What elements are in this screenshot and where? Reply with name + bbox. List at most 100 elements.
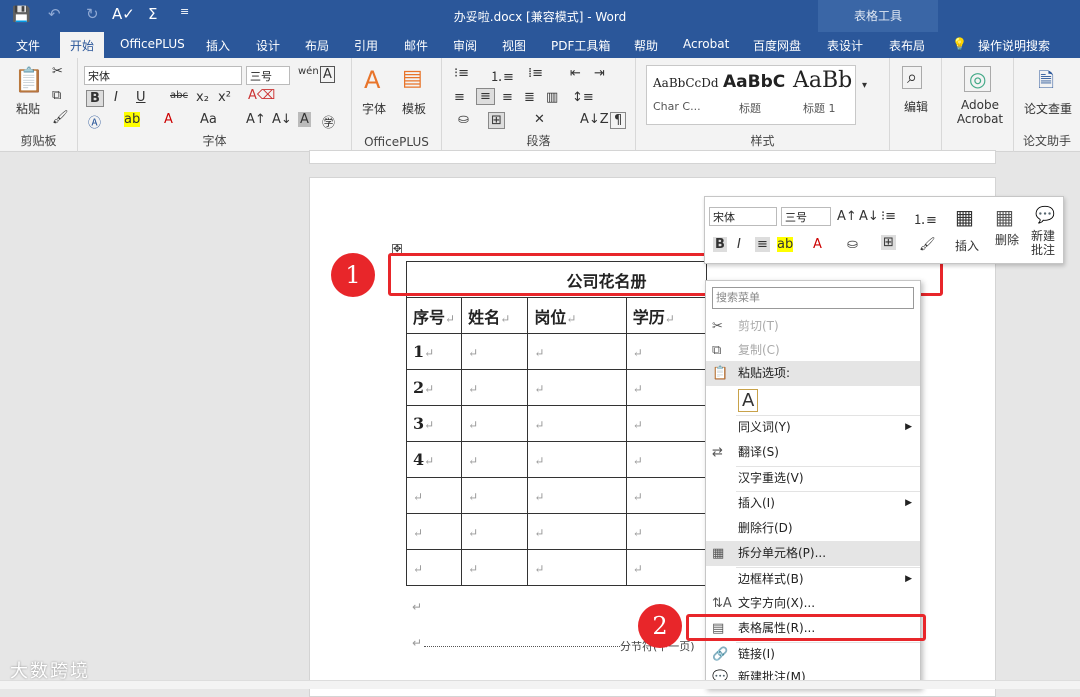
subscript-icon[interactable]: x₂ (196, 90, 209, 105)
text-effects-icon[interactable]: Ⓐ (88, 112, 101, 131)
style-name-3[interactable]: 标题 1 (803, 100, 836, 116)
mini-highlight-icon[interactable]: ab (777, 237, 794, 252)
tell-me-search[interactable]: 操作说明搜索 (978, 37, 1050, 54)
template-icon[interactable]: ▤ (402, 66, 423, 91)
underline-icon[interactable]: U (136, 90, 146, 105)
menu-synonyms[interactable]: 同义词(Y) ▶ (706, 415, 920, 440)
tab-view[interactable]: 视图 (502, 37, 526, 54)
table-cell[interactable]: ↵ (527, 405, 627, 442)
tab-design[interactable]: 设计 (256, 37, 280, 54)
table-cell[interactable]: 1↵ (405, 333, 463, 370)
menu-reconvert[interactable]: 汉字重选(V) (706, 466, 920, 491)
mini-center-icon[interactable]: ≡ (755, 237, 770, 252)
align-left-icon[interactable]: ≡ (454, 90, 465, 105)
table-cell[interactable]: ↵ (625, 405, 708, 442)
tab-table-design[interactable]: 表设计 (827, 37, 863, 54)
styles-more-icon[interactable]: ▾ (862, 80, 867, 91)
table-roster[interactable]: 公司花名册 序号↵ 姓名↵ 岗位↵ 学历↵ 1↵ ↵ ↵ ↵ 2↵ ↵ ↵ ↵ 3↵ ↵ ↵ ↵ … (405, 261, 708, 586)
mini-bold-icon[interactable]: B (713, 237, 727, 252)
tab-officeplus[interactable]: OfficePLUS (120, 37, 185, 51)
mini-new-comment-icon[interactable]: 💬 (1035, 205, 1055, 224)
tab-acrobat[interactable]: Acrobat (683, 37, 729, 51)
tab-layout[interactable]: 布局 (305, 37, 329, 54)
table-cell[interactable]: ↵ (625, 369, 708, 406)
tab-help[interactable]: 帮助 (634, 37, 658, 54)
style-name-1[interactable]: Char C... (653, 100, 701, 113)
mini-insert-icon[interactable]: ▦ (955, 205, 974, 229)
mini-font-box[interactable]: 宋体 (709, 207, 777, 226)
tab-references[interactable]: 引用 (354, 37, 378, 54)
table-cell[interactable]: 3↵ (405, 405, 463, 442)
tab-file[interactable]: 文件 (16, 37, 40, 54)
tab-home[interactable]: 开始 (60, 32, 105, 58)
menu-search-input[interactable]: 搜索菜单 (712, 287, 914, 309)
table-cell[interactable]: ↵ (625, 513, 708, 550)
increase-indent-icon[interactable]: ⇥ (594, 66, 605, 81)
table-cell[interactable]: ↵ (461, 513, 529, 550)
justify-icon[interactable]: ≣ (524, 90, 535, 105)
adobe-acrobat-label[interactable]: Adobe Acrobat (950, 98, 1010, 126)
tab-baidu[interactable]: 百度网盘 (753, 37, 801, 54)
table-cell[interactable]: ↵ (527, 369, 627, 406)
mini-italic-icon[interactable]: I (737, 237, 741, 252)
superscript-icon[interactable]: x² (218, 90, 231, 105)
multilevel-list-icon[interactable]: ⁞≡ (528, 66, 543, 81)
shrink-font-icon[interactable]: A↓ (272, 112, 292, 127)
table-cell[interactable]: ↵ (625, 477, 708, 514)
mini-numbering-icon[interactable]: ⒈≡ (913, 209, 937, 228)
tab-insert[interactable]: 插入 (206, 37, 230, 54)
table-cell[interactable]: 4↵ (405, 441, 463, 478)
table-cell[interactable]: ↵ (405, 513, 463, 550)
font-button-label[interactable]: 字体 (362, 100, 386, 117)
menu-link[interactable]: 🔗 链接(I) (706, 642, 920, 667)
mini-format-painter-icon[interactable]: 🖌 (919, 237, 936, 252)
header-cell[interactable]: 岗位↵ (527, 297, 627, 334)
menu-border-styles[interactable]: 边框样式(B) ▶ (706, 567, 920, 592)
style-preview-2[interactable]: AaBbC (723, 72, 785, 92)
show-marks-icon[interactable]: ¶ (610, 112, 627, 129)
table-cell[interactable]: ↵ (461, 333, 529, 370)
bullets-icon[interactable]: ⁝≡ (454, 66, 469, 81)
menu-split-cells[interactable]: ▦ 拆分单元格(P)... (706, 541, 920, 566)
edit-button-label[interactable]: 编辑 (904, 98, 928, 115)
table-cell[interactable]: ↵ (461, 477, 529, 514)
change-case-icon[interactable]: Aa (200, 112, 217, 127)
font-size-box[interactable]: 三号 (246, 66, 290, 85)
mini-new-comment-label[interactable]: 新建批注 (1031, 229, 1061, 257)
menu-delete-row[interactable]: 删除行(D) (706, 516, 920, 541)
table-cell[interactable]: ↵ (527, 333, 627, 370)
header-cell[interactable]: 学历↵ (625, 297, 708, 334)
table-cell[interactable]: ↵ (405, 477, 463, 514)
menu-cut[interactable]: ✂ 剪切(T) (706, 314, 920, 339)
cut-icon[interactable]: ✂ (52, 64, 63, 79)
char-border-icon[interactable]: A (320, 66, 335, 83)
align-right-icon[interactable]: ≡ (502, 90, 513, 105)
mini-borders-icon[interactable]: ⊞ (881, 235, 896, 250)
mini-size-box[interactable]: 三号 (781, 207, 831, 226)
table-cell[interactable]: ↵ (527, 477, 627, 514)
char-shading-icon[interactable]: A (298, 112, 311, 127)
tab-mailings[interactable]: 邮件 (404, 37, 428, 54)
mini-shrink-font-icon[interactable]: A↓ (859, 209, 879, 224)
menu-translate[interactable]: ⇄ 翻译(S) (706, 440, 920, 465)
tab-pdf-toolbox[interactable]: PDF工具箱 (551, 37, 610, 54)
mini-delete-icon[interactable]: ▦ (995, 205, 1014, 229)
style-preview-3[interactable]: AaBb (793, 68, 852, 93)
enclose-char-icon[interactable]: ㊫ (322, 112, 335, 131)
grow-font-icon[interactable]: A↑ (246, 112, 266, 127)
mini-shading-icon[interactable]: ⛀ (847, 237, 858, 252)
highlight-icon[interactable]: ab (124, 112, 141, 127)
table-cell[interactable]: ↵ (461, 549, 529, 586)
table-cell[interactable]: ↵ (625, 333, 708, 370)
table-cell[interactable]: 2↵ (405, 369, 463, 406)
font-color-icon[interactable]: A (164, 112, 173, 127)
font-name-box[interactable]: 宋体 (84, 66, 242, 85)
header-cell[interactable]: 姓名↵ (461, 297, 529, 334)
template-button-label[interactable]: 模板 (402, 100, 426, 117)
header-cell[interactable]: 序号↵ (405, 297, 463, 334)
tab-table-layout[interactable]: 表布局 (889, 37, 925, 54)
menu-copy[interactable]: ⧉ 复制(C) (706, 338, 920, 363)
format-painter-icon[interactable]: 🖌 (52, 110, 69, 125)
find-icon[interactable]: ⌕ (902, 66, 923, 89)
paste-icon[interactable]: 📋 (14, 66, 44, 94)
